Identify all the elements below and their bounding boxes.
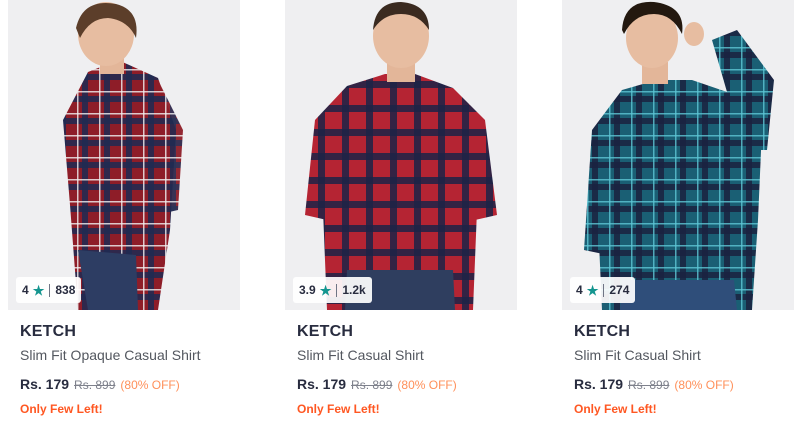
selling-price: Rs. 179 <box>574 376 624 392</box>
divider <box>49 283 51 297</box>
brand-name: KETCH <box>297 323 354 340</box>
price-row: Rs. 179 Rs. 899 (80% OFF) <box>20 376 180 392</box>
product-card[interactable]: 3.9 ★ 1.2k KETCH Slim Fit Casual Shirt R… <box>285 0 517 432</box>
discount-label: (80% OFF) <box>397 378 457 392</box>
price-row: Rs. 179 Rs. 899 (80% OFF) <box>297 376 457 392</box>
rating-value: 3.9 <box>299 283 316 297</box>
product-name: Slim Fit Casual Shirt <box>574 347 701 363</box>
original-price: Rs. 899 <box>628 378 670 392</box>
star-icon: ★ <box>586 282 599 298</box>
stock-note: Only Few Left! <box>297 402 380 416</box>
stock-note: Only Few Left! <box>574 402 657 416</box>
selling-price: Rs. 179 <box>297 376 347 392</box>
original-price: Rs. 899 <box>351 378 393 392</box>
rating-badge: 4 ★ 838 <box>16 277 82 303</box>
stock-note: Only Few Left! <box>20 402 103 416</box>
price-row: Rs. 179 Rs. 899 (80% OFF) <box>574 376 734 392</box>
original-price: Rs. 899 <box>74 378 116 392</box>
rating-count: 838 <box>55 283 76 297</box>
rating-value: 4 <box>576 283 583 297</box>
selling-price: Rs. 179 <box>20 376 70 392</box>
product-card[interactable]: 4 ★ 838 KETCH Slim Fit Opaque Casual Shi… <box>8 0 240 432</box>
discount-label: (80% OFF) <box>120 378 180 392</box>
model-photo <box>285 0 517 310</box>
product-image[interactable]: 4 ★ 838 <box>8 0 240 310</box>
rating-badge: 4 ★ 274 <box>570 277 636 303</box>
product-card[interactable]: 4 ★ 274 KETCH Slim Fit Casual Shirt Rs. … <box>562 0 794 432</box>
product-name: Slim Fit Casual Shirt <box>297 347 424 363</box>
star-icon: ★ <box>32 282 45 298</box>
rating-value: 4 <box>22 283 29 297</box>
brand-name: KETCH <box>20 323 77 340</box>
star-icon: ★ <box>319 282 332 298</box>
discount-label: (80% OFF) <box>674 378 734 392</box>
rating-count: 274 <box>609 283 630 297</box>
brand-name: KETCH <box>574 323 631 340</box>
divider <box>336 283 338 297</box>
product-name: Slim Fit Opaque Casual Shirt <box>20 347 201 363</box>
model-photo <box>8 0 240 310</box>
product-image[interactable]: 3.9 ★ 1.2k <box>285 0 517 310</box>
rating-badge: 3.9 ★ 1.2k <box>293 277 372 303</box>
rating-count: 1.2k <box>342 283 366 297</box>
divider <box>603 283 605 297</box>
model-photo <box>562 0 794 310</box>
product-image[interactable]: 4 ★ 274 <box>562 0 794 310</box>
